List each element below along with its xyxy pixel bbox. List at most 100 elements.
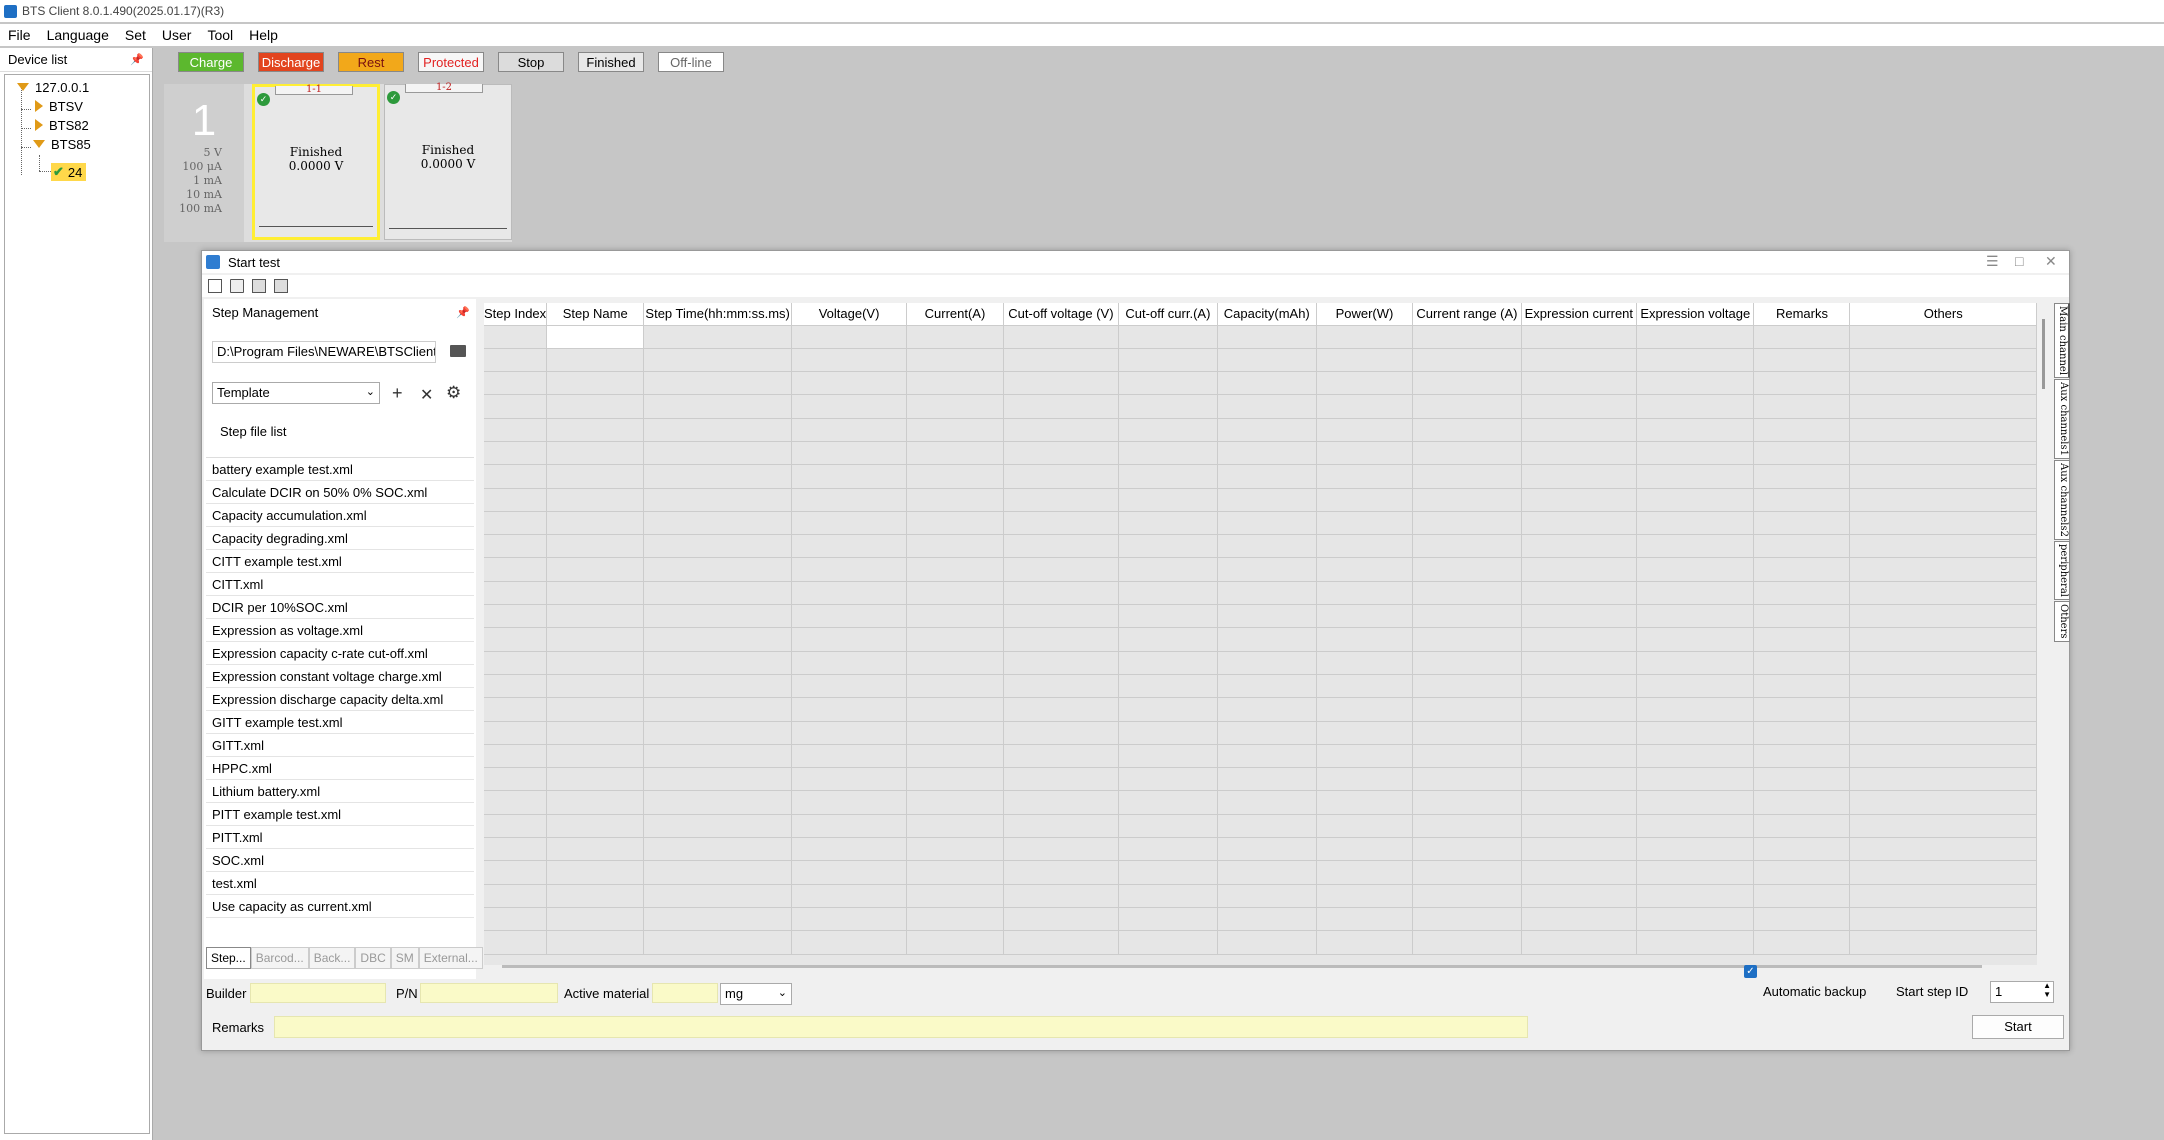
grid-cell[interactable]	[1636, 697, 1755, 722]
grid-cell[interactable]	[1412, 744, 1522, 769]
grid-cell[interactable]	[1849, 441, 2037, 466]
grid-cell[interactable]	[1316, 721, 1414, 745]
grid-cell[interactable]	[484, 348, 548, 373]
grid-cell[interactable]	[1521, 604, 1638, 629]
grid-cell[interactable]	[1753, 814, 1851, 839]
grid-cell[interactable]	[546, 441, 645, 466]
grid-cell[interactable]	[1118, 604, 1218, 629]
grid-cell[interactable]	[1521, 418, 1638, 442]
grid-cell[interactable]	[1217, 744, 1317, 769]
grid-row[interactable]	[484, 767, 2037, 792]
grid-cell[interactable]	[1412, 371, 1522, 396]
pin-icon[interactable]: 📌	[130, 53, 144, 66]
grid-cell[interactable]	[1753, 581, 1851, 606]
grid-column-header[interactable]: Cut-off voltage (V)	[1003, 303, 1120, 326]
grid-cell[interactable]	[791, 534, 908, 559]
step-path-field[interactable]: D:\Program Files\NEWARE\BTSClient8	[212, 341, 436, 363]
grid-cell[interactable]	[1636, 371, 1755, 396]
grid-cell[interactable]	[1636, 581, 1755, 606]
grid-cell[interactable]	[1753, 348, 1851, 373]
grid-cell[interactable]	[1003, 744, 1120, 769]
grid-cell[interactable]	[546, 557, 645, 582]
grid-column-header[interactable]: Step Name	[546, 303, 645, 326]
builder-field[interactable]	[250, 983, 386, 1003]
grid-cell[interactable]	[546, 418, 645, 442]
grid-cell[interactable]	[643, 860, 793, 885]
grid-cell[interactable]	[484, 697, 548, 722]
grid-cell[interactable]	[1849, 837, 2037, 862]
grid-cell[interactable]	[1217, 581, 1317, 606]
remarks-field[interactable]	[274, 1016, 1528, 1038]
grid-cell[interactable]	[1412, 627, 1522, 652]
grid-cell[interactable]	[1118, 488, 1218, 512]
grid-cell[interactable]	[1118, 348, 1218, 373]
grid-cell[interactable]	[1217, 674, 1317, 699]
step-file-item[interactable]: GITT example test.xml	[206, 711, 474, 734]
grid-cell[interactable]	[1753, 697, 1851, 722]
grid-cell[interactable]	[791, 511, 908, 536]
start-button[interactable]: Start	[1972, 1015, 2064, 1039]
grid-cell[interactable]	[1412, 790, 1522, 815]
grid-cell[interactable]	[643, 488, 793, 512]
menu-help[interactable]: Help	[249, 27, 278, 43]
grid-cell[interactable]	[1521, 744, 1638, 769]
grid-column-header[interactable]: Expression current	[1521, 303, 1638, 326]
grid-cell[interactable]	[1636, 767, 1755, 792]
menu-tool[interactable]: Tool	[207, 27, 233, 43]
grid-cell[interactable]	[1753, 767, 1851, 792]
grid-cell[interactable]	[1412, 837, 1522, 862]
grid-cell[interactable]	[791, 557, 908, 582]
grid-cell[interactable]	[546, 325, 645, 349]
grid-cell[interactable]	[791, 441, 908, 466]
grid-cell[interactable]	[1753, 441, 1851, 466]
grid-cell[interactable]	[1412, 930, 1522, 955]
grid-cell[interactable]	[1003, 464, 1120, 489]
grid-cell[interactable]	[1118, 394, 1218, 419]
grid-cell[interactable]	[1316, 860, 1414, 885]
grid-cell[interactable]	[643, 581, 793, 606]
grid-cell[interactable]	[906, 441, 1004, 466]
device-tree[interactable]: 127.0.0.1 BTSV BTS82 BTS85 ✔ 24	[4, 74, 150, 1134]
grid-cell[interactable]	[1217, 930, 1317, 955]
grid-cell[interactable]	[643, 627, 793, 652]
grid-cell[interactable]	[643, 534, 793, 559]
grid-cell[interactable]	[1849, 581, 2037, 606]
grid-cell[interactable]	[791, 930, 908, 955]
grid-cell[interactable]	[1636, 394, 1755, 419]
grid-cell[interactable]	[1412, 767, 1522, 792]
step-file-item[interactable]: Capacity accumulation.xml	[206, 504, 474, 527]
grid-cell[interactable]	[1753, 464, 1851, 489]
grid-row[interactable]	[484, 814, 2037, 839]
grid-cell[interactable]	[1118, 860, 1218, 885]
grid-cell[interactable]	[1636, 907, 1755, 932]
grid-cell[interactable]	[791, 488, 908, 512]
grid-cell[interactable]	[1316, 348, 1414, 373]
grid-cell[interactable]	[1217, 511, 1317, 536]
menu-file[interactable]: File	[8, 27, 31, 43]
grid-cell[interactable]	[643, 371, 793, 396]
tab-dbc[interactable]: DBC	[355, 947, 391, 969]
grid-cell[interactable]	[1316, 697, 1414, 722]
grid-cell[interactable]	[791, 884, 908, 908]
grid-cell[interactable]	[643, 651, 793, 675]
grid-cell[interactable]	[906, 394, 1004, 419]
grid-cell[interactable]	[1217, 557, 1317, 582]
grid-cell[interactable]	[1118, 721, 1218, 745]
grid-cell[interactable]	[1412, 394, 1522, 419]
grid-row[interactable]	[484, 371, 2037, 396]
grid-cell[interactable]	[1118, 581, 1218, 606]
grid-cell[interactable]	[1521, 930, 1638, 955]
grid-cell[interactable]	[643, 394, 793, 419]
grid-cell[interactable]	[1753, 674, 1851, 699]
grid-cell[interactable]	[1753, 907, 1851, 932]
step-file-item[interactable]: Calculate DCIR on 50% 0% SOC.xml	[206, 481, 474, 504]
grid-row[interactable]	[484, 860, 2037, 885]
tab-aux-channels2[interactable]: Aux channels2	[2054, 460, 2070, 540]
grid-cell[interactable]	[1118, 884, 1218, 908]
grid-cell[interactable]	[1753, 394, 1851, 419]
grid-cell[interactable]	[791, 814, 908, 839]
grid-cell[interactable]	[1636, 604, 1755, 629]
grid-cell[interactable]	[1003, 418, 1120, 442]
grid-cell[interactable]	[1849, 674, 2037, 699]
grid-cell[interactable]	[1217, 790, 1317, 815]
